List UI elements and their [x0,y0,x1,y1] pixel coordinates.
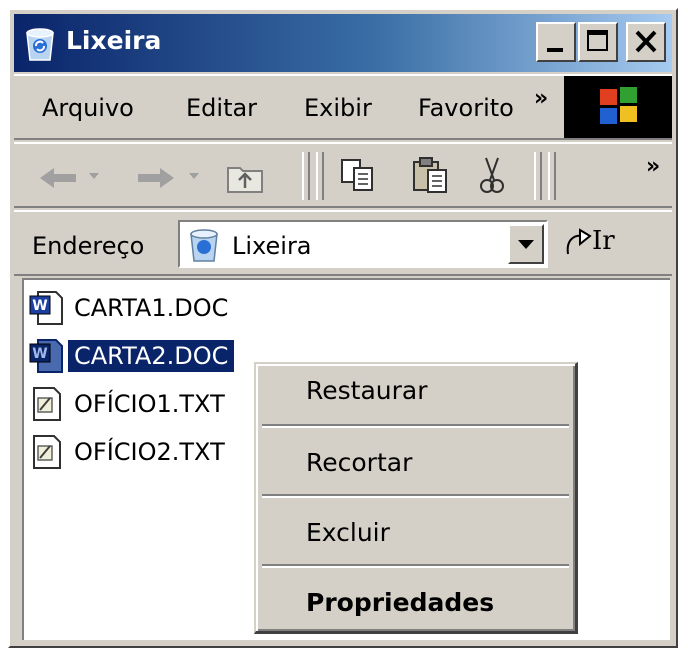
toolbar-separator [534,152,542,200]
address-bar: Endereço Lixeira Ir [14,210,672,276]
svg-text:W: W [32,298,47,314]
address-label: Endereço [32,232,145,260]
windows-flag-icon [600,87,637,124]
close-icon [635,30,657,53]
context-excluir[interactable]: Excluir [306,518,390,547]
minimize-icon [547,48,563,52]
close-button[interactable] [626,22,666,62]
address-value: Lixeira [232,232,312,260]
title-bar[interactable]: Lixeira [14,14,672,72]
chevron-down-icon[interactable] [86,168,102,184]
text-file-icon [33,435,61,469]
word-doc-icon: W [29,339,63,373]
menu-separator [262,424,569,428]
address-field[interactable]: Lixeira [178,220,548,268]
menu-separator [262,494,569,498]
back-arrow-icon[interactable] [36,162,84,194]
menu-favoritos[interactable]: Favorito [418,94,532,122]
menu-separator [262,564,569,568]
windows-logo [564,76,672,138]
paste-icon[interactable] [410,154,452,196]
text-file-icon [33,387,61,421]
window-title: Lixeira [66,26,162,55]
file-name: OFÍCIO1.TXT [74,390,225,418]
go-button[interactable]: Ir [562,218,662,270]
file-name: OFÍCIO2.TXT [74,438,225,466]
menu-arquivo[interactable]: Arquivo [42,94,134,122]
toolbar-separator [302,152,310,200]
go-arrow-icon [566,228,592,255]
minimize-button[interactable] [536,22,576,62]
context-restaurar[interactable]: Restaurar [306,376,428,405]
svg-text:W: W [32,346,47,362]
file-name: CARTA1.DOC [74,294,229,322]
toolbar-overflow-chevron[interactable]: » [646,154,660,179]
standard-toolbar: » [14,142,672,208]
context-propriedades[interactable]: Propriedades [306,588,494,617]
go-label: Ir [592,226,615,256]
context-recortar[interactable]: Recortar [306,448,412,477]
chevron-down-icon [518,240,534,249]
toolbar-separator [548,152,556,200]
maximize-icon [587,30,608,51]
maximize-button[interactable] [578,22,618,62]
cut-icon[interactable] [476,154,508,198]
up-folder-icon[interactable] [226,158,266,196]
context-menu: Restaurar Recortar Excluir Propriedades [254,362,578,634]
recycle-bin-icon [190,229,218,262]
menu-editar[interactable]: Editar [186,94,257,122]
recycle-bin-icon [26,28,54,61]
file-name: CARTA2.DOC [68,340,235,372]
copy-icon[interactable] [338,156,378,196]
address-dropdown-button[interactable] [508,224,544,264]
chevron-down-icon[interactable] [186,168,202,184]
menu-bar: Arquivo Editar Exibir Favorito » [14,74,672,140]
toolbar-separator [316,152,324,200]
menu-exibir[interactable]: Exibir [304,94,372,122]
word-doc-icon: W [29,291,63,325]
menu-overflow-chevron[interactable]: » [534,86,548,111]
forward-arrow-icon[interactable] [130,162,178,194]
